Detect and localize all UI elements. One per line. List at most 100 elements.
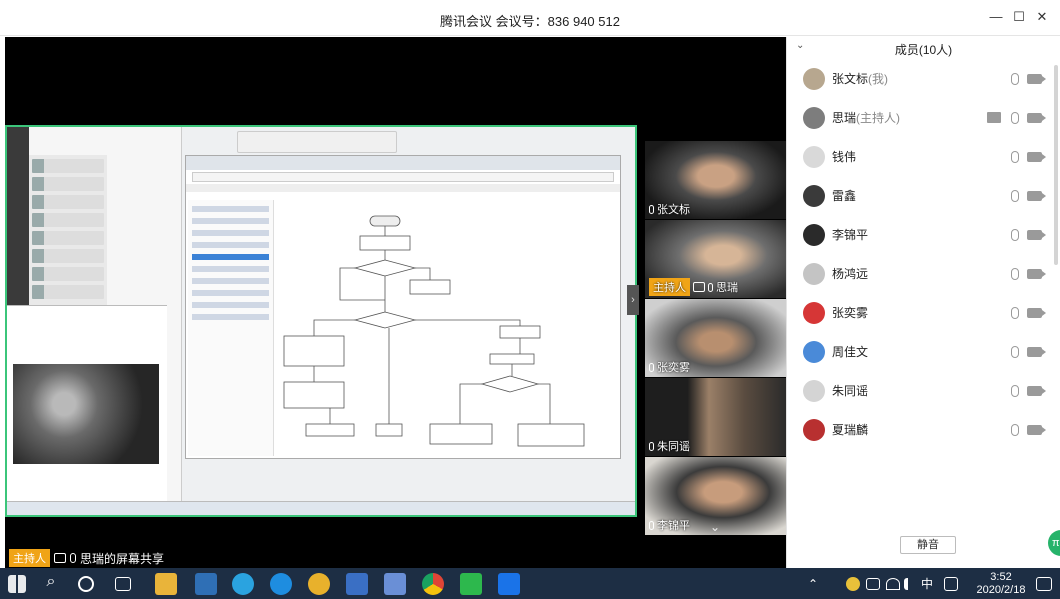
camera-icon[interactable] xyxy=(1027,346,1046,357)
member-row[interactable]: 周佳文 xyxy=(787,332,1057,371)
camera-icon[interactable] xyxy=(1027,385,1046,396)
avatar xyxy=(803,379,825,402)
screen-share-area: 张文标 主持人 思瑞 张奕雾 朱同谣 李锦平 › ⌄ 主持人 思瑞的屏幕共享 xyxy=(5,37,786,568)
shared-video-preview xyxy=(7,305,167,515)
mic-icon[interactable] xyxy=(1011,306,1019,319)
video-tile[interactable]: 朱同谣 xyxy=(645,378,786,456)
member-row[interactable]: 雷鑫 xyxy=(787,176,1057,215)
keyboard-icon[interactable] xyxy=(944,577,958,591)
camera-icon[interactable] xyxy=(1027,73,1046,84)
chrome-icon[interactable] xyxy=(422,573,444,595)
network-icon[interactable] xyxy=(886,578,900,590)
task-view-icon[interactable] xyxy=(115,577,131,591)
window-title: 腾讯会议 会议号：836 940 512 xyxy=(440,14,620,29)
avatar xyxy=(803,106,825,129)
shared-browser-window xyxy=(185,155,621,459)
mic-icon xyxy=(708,282,713,292)
member-row[interactable]: 张奕雾 xyxy=(787,293,1057,332)
minimize-button[interactable]: — xyxy=(988,9,1004,25)
camera-icon[interactable] xyxy=(1027,424,1046,435)
video-tiles: 张文标 主持人 思瑞 张奕雾 朱同谣 李锦平 xyxy=(645,141,786,537)
avatar xyxy=(803,223,825,246)
mic-icon xyxy=(649,204,654,214)
mic-icon[interactable] xyxy=(1011,72,1019,85)
wechat-icon[interactable] xyxy=(460,573,482,595)
shared-taskbar xyxy=(7,501,635,515)
file-explorer-icon[interactable] xyxy=(155,573,177,595)
camera-icon[interactable] xyxy=(1027,307,1046,318)
app-icon[interactable] xyxy=(384,573,406,595)
member-name: 张奕雾 xyxy=(832,306,869,320)
member-name: 钱伟 xyxy=(832,150,857,164)
member-name: 张文标(我) xyxy=(832,72,889,86)
shared-app-sidebar xyxy=(7,127,29,327)
host-badge: 主持人 xyxy=(9,549,50,567)
search-icon[interactable]: ⌕ xyxy=(40,573,62,595)
camera-icon[interactable] xyxy=(1027,268,1046,279)
members-header: ⌄ 成员(10人) xyxy=(787,37,1060,59)
store-icon[interactable] xyxy=(195,573,217,595)
member-row[interactable]: 张文标(我) xyxy=(787,59,1057,98)
screen-share-icon[interactable] xyxy=(987,112,1001,123)
mic-icon[interactable] xyxy=(1011,384,1019,397)
mic-icon xyxy=(649,520,654,530)
camera-icon[interactable] xyxy=(1027,112,1046,123)
clock-time: 3:52 xyxy=(990,571,1012,583)
members-title: 成员(10人) xyxy=(894,43,953,57)
mic-icon[interactable] xyxy=(1011,189,1019,202)
mic-icon xyxy=(70,553,76,563)
mic-icon[interactable] xyxy=(1011,345,1019,358)
mic-icon[interactable] xyxy=(1011,267,1019,280)
maximize-button[interactable]: ☐ xyxy=(1011,9,1027,25)
volume-icon[interactable] xyxy=(904,578,918,590)
screen-share-icon xyxy=(693,282,705,292)
start-icon[interactable] xyxy=(8,575,26,593)
notification-icon[interactable] xyxy=(1036,577,1052,591)
member-row[interactable]: 李锦平 xyxy=(787,215,1057,254)
member-row[interactable]: 杨鸿远 xyxy=(787,254,1057,293)
member-row[interactable]: 思瑞(主持人) xyxy=(787,98,1057,137)
cortana-icon[interactable] xyxy=(78,576,94,592)
member-name: 周佳文 xyxy=(832,345,869,359)
teamviewer-icon[interactable] xyxy=(270,573,292,595)
mic-icon[interactable] xyxy=(1011,111,1019,124)
tile-name: 思瑞 xyxy=(716,282,738,294)
tool-icon[interactable] xyxy=(346,573,368,595)
ie-icon[interactable] xyxy=(232,573,254,595)
mic-icon[interactable] xyxy=(1011,423,1019,436)
camera-icon[interactable] xyxy=(1027,190,1046,201)
share-indicator: 主持人 思瑞的屏幕共享 xyxy=(9,549,164,567)
avatar xyxy=(803,262,825,285)
clock-date: 2020/2/18 xyxy=(976,584,1026,596)
member-row[interactable]: 钱伟 xyxy=(787,137,1057,176)
ime-indicator[interactable]: 中 xyxy=(921,568,933,599)
camera-icon[interactable] xyxy=(1027,229,1046,240)
app-icon[interactable] xyxy=(308,573,330,595)
chevron-up-icon[interactable]: ⌃ xyxy=(808,568,818,599)
member-name: 雷鑫 xyxy=(832,189,857,203)
avatar xyxy=(803,340,825,363)
tencent-meeting-icon[interactable] xyxy=(498,573,520,595)
close-button[interactable]: ✕ xyxy=(1034,9,1050,25)
member-name: 思瑞(主持人) xyxy=(832,111,901,125)
video-tile[interactable]: 张文标 xyxy=(645,141,786,219)
member-name: 夏瑞麟 xyxy=(832,423,869,437)
mic-icon xyxy=(649,441,654,451)
video-tile[interactable]: 张奕雾 xyxy=(645,299,786,377)
windows-taskbar: ⌕ ⌃ 中 3:52 2020/2/18 xyxy=(0,568,1060,599)
clock[interactable]: 3:52 2020/2/18 xyxy=(975,571,1027,597)
video-tile[interactable]: 主持人 思瑞 xyxy=(645,220,786,298)
mute-all-button[interactable]: 静音 xyxy=(900,536,956,554)
mic-icon[interactable] xyxy=(1011,228,1019,241)
tray-icon[interactable] xyxy=(846,577,860,591)
chevron-down-icon[interactable]: ⌄ xyxy=(710,520,720,534)
shared-meeting-toolbar xyxy=(237,131,397,153)
chevron-right-icon[interactable]: › xyxy=(627,285,639,315)
avatar xyxy=(803,67,825,90)
member-name: 李锦平 xyxy=(832,228,869,242)
member-row[interactable]: 夏瑞麟 xyxy=(787,410,1057,449)
mic-icon[interactable] xyxy=(1011,150,1019,163)
battery-icon[interactable] xyxy=(866,578,880,590)
member-row[interactable]: 朱同谣 xyxy=(787,371,1057,410)
camera-icon[interactable] xyxy=(1027,151,1046,162)
